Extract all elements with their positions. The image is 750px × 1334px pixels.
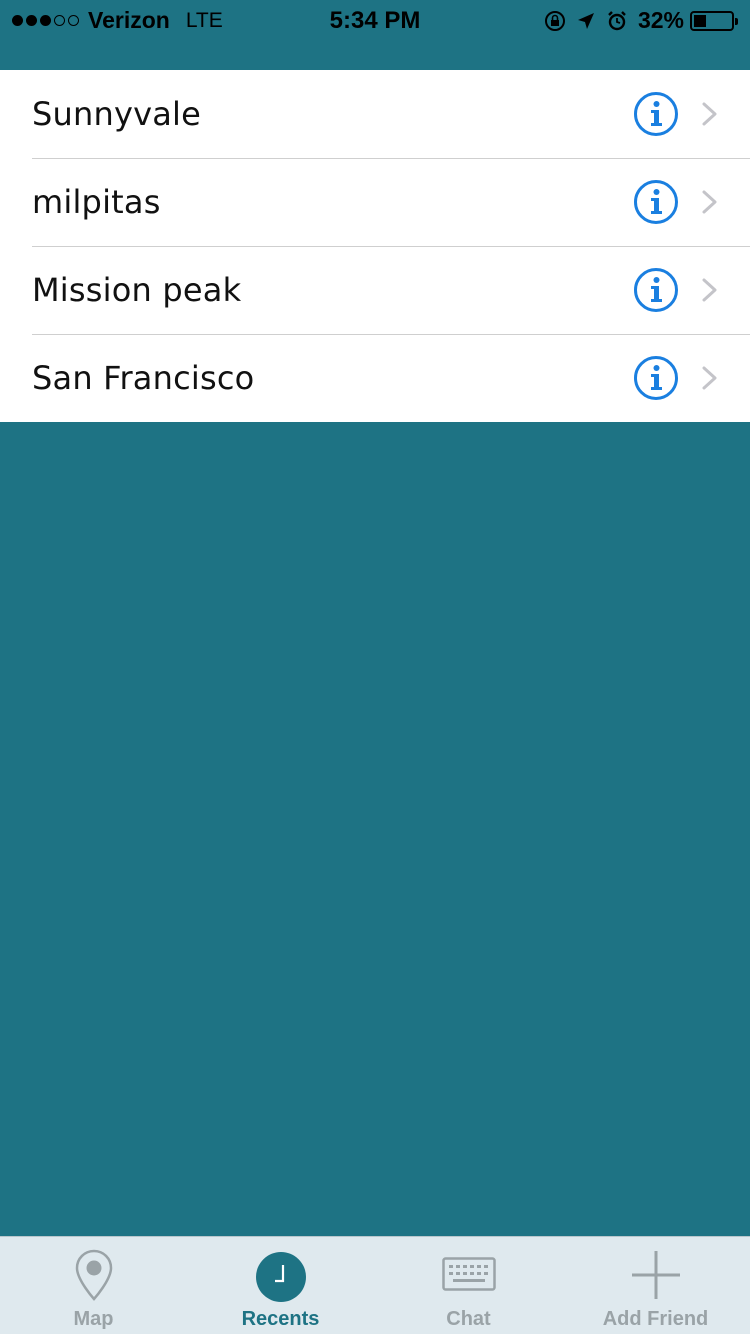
- tab-label: Add Friend: [602, 1308, 709, 1330]
- battery-icon: [690, 10, 738, 31]
- map-pin-icon: [75, 1249, 112, 1301]
- chevron-right-icon: [702, 366, 717, 390]
- info-icon[interactable]: [633, 267, 679, 313]
- tab-label: Chat: [446, 1308, 491, 1330]
- location-name: Mission peak: [32, 271, 242, 309]
- list-item[interactable]: San Francisco: [0, 334, 750, 422]
- info-icon[interactable]: [633, 91, 679, 137]
- tab-label: Map: [73, 1308, 114, 1330]
- status-bar: Verizon LTE 5:34 PM 32%: [0, 0, 750, 40]
- recent-locations-list: Sunnyvale milpitas Mission peak San Fran…: [0, 70, 750, 422]
- plus-icon: [631, 1251, 680, 1299]
- rotation-lock-icon: [544, 10, 565, 31]
- list-item[interactable]: milpitas: [0, 158, 750, 246]
- info-icon[interactable]: [633, 179, 679, 225]
- tab-bar: Map Recents Chat Add Friend: [0, 1236, 750, 1334]
- location-arrow-icon: [577, 12, 594, 29]
- list-item[interactable]: Sunnyvale: [0, 70, 750, 158]
- location-name: Sunnyvale: [32, 95, 202, 133]
- battery-fill: [694, 14, 706, 27]
- alarm-icon: [608, 10, 626, 30]
- keyboard-icon: [441, 1257, 496, 1291]
- tab-chat[interactable]: Chat: [375, 1237, 562, 1334]
- clock-icon: [255, 1252, 306, 1302]
- chevron-right-icon: [702, 102, 717, 126]
- info-icon[interactable]: [633, 355, 679, 401]
- location-name: San Francisco: [32, 359, 255, 397]
- chevron-right-icon: [702, 278, 717, 302]
- tab-map[interactable]: Map: [0, 1237, 187, 1334]
- status-right: 32%: [544, 7, 738, 34]
- tab-add-friend[interactable]: Add Friend: [562, 1237, 749, 1334]
- tab-recents[interactable]: Recents: [187, 1237, 374, 1334]
- tab-label: Recents: [241, 1308, 320, 1330]
- battery-percent: 32%: [637, 7, 684, 33]
- location-name: milpitas: [32, 183, 161, 221]
- list-item[interactable]: Mission peak: [0, 246, 750, 334]
- chevron-right-icon: [702, 190, 717, 214]
